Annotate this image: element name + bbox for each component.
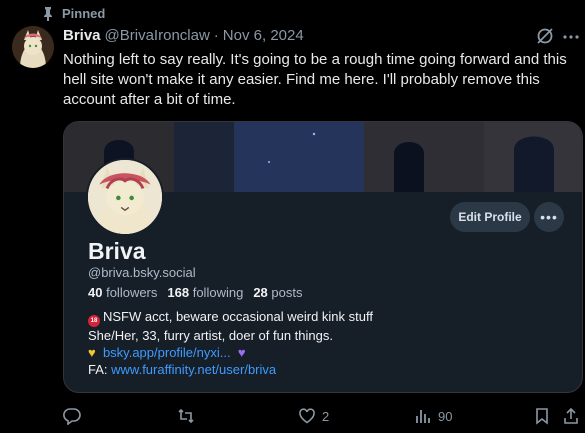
- tweet-text: Nothing left to say really. It's going t…: [63, 51, 567, 108]
- like-button[interactable]: 2: [298, 407, 329, 425]
- following-stat: 168 following: [167, 285, 243, 300]
- bio-text-1: NSFW acct, beware occasional weird kink …: [103, 309, 373, 324]
- share-button[interactable]: [562, 407, 580, 425]
- separator-dot: ·: [213, 27, 219, 44]
- grok-icon[interactable]: [535, 26, 555, 46]
- tweet-actions: 2 90: [0, 405, 585, 427]
- profile-more-button[interactable]: •••: [534, 202, 564, 232]
- retweet-icon: [178, 408, 194, 424]
- profile-card-image[interactable]: Edit Profile ••• Briva @briva.bsky.socia…: [63, 121, 583, 393]
- posts-label: posts: [271, 285, 303, 300]
- fa-label: FA:: [88, 362, 108, 377]
- followers-label: followers: [106, 285, 158, 300]
- views-count: 90: [438, 408, 453, 424]
- author-name[interactable]: Briva: [63, 27, 101, 44]
- following-count: 168: [167, 285, 190, 300]
- reply-button[interactable]: [63, 407, 87, 425]
- furaffinity-link: www.furaffinity.net/user/briva: [111, 362, 277, 377]
- following-label: following: [192, 285, 244, 300]
- bookmark-button[interactable]: [533, 407, 551, 425]
- profile-stats: 40 followers 168 following 28 posts: [88, 285, 302, 300]
- posts-stat: 28 posts: [253, 285, 302, 300]
- profile-bio: 18 NSFW acct, beware occasional weird kin…: [88, 308, 373, 378]
- purple-heart-icon: ♥: [237, 345, 246, 360]
- bio-line-2: She/Her, 33, furry artist, doer of fun t…: [88, 328, 333, 343]
- followers-stat: 40 followers: [88, 285, 157, 300]
- pin-icon: [42, 6, 54, 21]
- edit-profile-button[interactable]: Edit Profile: [450, 202, 530, 232]
- like-count: 2: [322, 408, 330, 424]
- reply-icon: [63, 408, 81, 425]
- posts-count: 28: [253, 285, 268, 300]
- views-icon: [416, 410, 430, 423]
- retweet-button[interactable]: [177, 407, 201, 425]
- pinned-label: Pinned: [62, 6, 106, 21]
- yellow-heart-icon: ♥: [88, 345, 96, 360]
- bsky-profile-link: bsky.app/profile/nyxi...: [102, 345, 231, 360]
- author-handle[interactable]: @BrivaIronclaw: [105, 27, 210, 44]
- bluesky-avatar: [86, 158, 164, 236]
- views-button[interactable]: 90: [414, 407, 452, 425]
- bio-line-3: ♥ bsky.app/profile/nyxi... ♥: [88, 344, 373, 361]
- pinned-indicator: Pinned: [42, 6, 105, 21]
- heart-icon: [299, 408, 315, 424]
- followers-count: 40: [88, 285, 103, 300]
- bookmark-icon: [536, 408, 548, 425]
- nsfw-18-icon: 18: [88, 315, 100, 327]
- tweet-date[interactable]: Nov 6, 2024: [223, 27, 304, 44]
- share-icon: [564, 407, 578, 424]
- bluesky-handle: @briva.bsky.social: [88, 265, 196, 280]
- tweet-header: Briva @BrivaIronclaw · Nov 6, 2024: [63, 27, 304, 44]
- author-avatar[interactable]: [12, 26, 54, 68]
- more-options-icon[interactable]: [562, 28, 580, 46]
- bio-line-1: 18 NSFW acct, beware occasional weird kin…: [88, 308, 373, 327]
- bluesky-display-name: Briva: [88, 238, 146, 264]
- bio-line-4: FA: www.furaffinity.net/user/briva: [88, 361, 373, 378]
